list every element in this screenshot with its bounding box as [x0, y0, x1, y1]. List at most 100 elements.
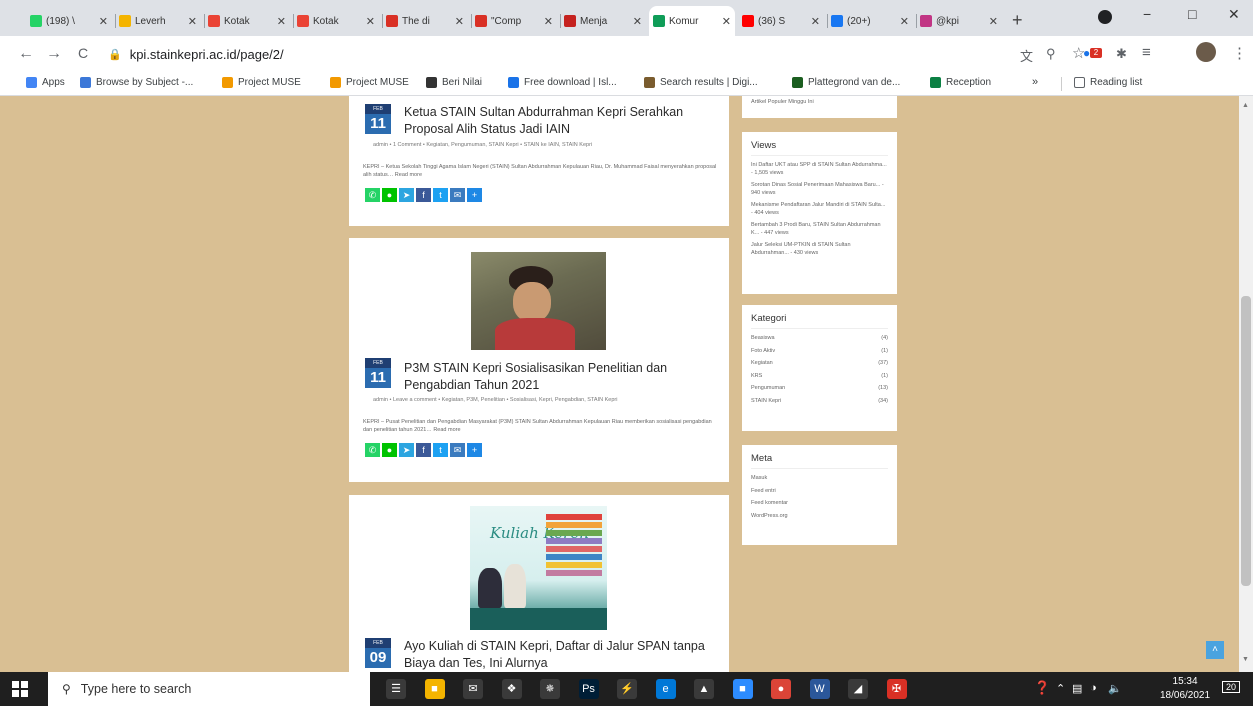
- browser-tab[interactable]: The di ✕: [382, 6, 468, 36]
- meta-link[interactable]: Masuk: [751, 475, 888, 483]
- browser-tab[interactable]: @kpi ✕: [916, 6, 1002, 36]
- word-icon[interactable]: W: [809, 679, 830, 699]
- tab-close-icon[interactable]: ✕: [366, 15, 375, 28]
- meta-link[interactable]: Feed komentar: [751, 500, 888, 508]
- share-email-icon[interactable]: ✉: [450, 443, 465, 457]
- browser-tab[interactable]: (36) S ✕: [738, 6, 824, 36]
- tab-close-icon[interactable]: ✕: [99, 15, 108, 28]
- scroll-up-arrow-icon[interactable]: ▲: [1242, 102, 1249, 109]
- tray-expand-icon[interactable]: ⌃: [1056, 682, 1065, 695]
- share-twitter-icon[interactable]: t: [433, 188, 448, 202]
- acrobat-icon[interactable]: ✠: [886, 679, 907, 699]
- browser-tab[interactable]: Kotak ✕: [293, 6, 379, 36]
- category-item[interactable]: Kegiatan (37): [751, 360, 888, 368]
- category-label[interactable]: Foto Aktiv: [751, 348, 775, 354]
- address-bar[interactable]: 🔒 kpi.stainkepri.ac.id/page/2/: [108, 41, 1008, 67]
- share-whatsapp-icon[interactable]: ✆: [365, 443, 380, 457]
- taskbar-search-box[interactable]: ⚲ Type here to search: [48, 672, 370, 706]
- url-text[interactable]: kpi.stainkepri.ac.id/page/2/: [130, 47, 284, 62]
- chrome-icon[interactable]: ●: [771, 679, 791, 699]
- share-line-icon[interactable]: ●: [382, 188, 397, 202]
- back-to-top-button[interactable]: ˄: [1206, 641, 1224, 659]
- mail-icon[interactable]: ✉: [463, 679, 483, 699]
- tab-close-icon[interactable]: ✕: [989, 15, 998, 28]
- share-whatsapp-icon[interactable]: ✆: [365, 188, 380, 202]
- browser-tab[interactable]: Menja ✕: [560, 6, 646, 36]
- scroll-thumb[interactable]: [1241, 296, 1251, 586]
- photoshop-icon[interactable]: Ps: [578, 679, 599, 699]
- views-item-link[interactable]: Jalur Seleksi UM-PTKIN di STAIN Sultan A…: [751, 242, 888, 257]
- tab-close-icon[interactable]: ✕: [277, 15, 286, 28]
- browser-tab[interactable]: Komur ✕: [649, 6, 735, 36]
- taskbar-clock[interactable]: 15:34 18/06/2021: [1160, 675, 1210, 703]
- notification-center-icon[interactable]: 20: [1222, 681, 1241, 693]
- profile-icon[interactable]: [1098, 10, 1112, 24]
- share-line-icon[interactable]: ●: [382, 443, 397, 457]
- share-more-icon[interactable]: +: [467, 443, 482, 457]
- page-scrollbar[interactable]: ▲ ▼: [1239, 96, 1253, 672]
- forward-button[interactable]: →: [46, 45, 62, 63]
- file-explorer-icon[interactable]: ■: [424, 679, 445, 699]
- help-icon[interactable]: ❓: [1034, 680, 1050, 696]
- network-icon[interactable]: ▤: [1072, 682, 1082, 695]
- popular-widget-text[interactable]: Artikel Populer Minggu Ini: [751, 99, 888, 105]
- extension-badge[interactable]: 2: [1090, 48, 1102, 58]
- tab-close-icon[interactable]: ✕: [544, 15, 553, 28]
- menu-icon[interactable]: ⋮: [1232, 44, 1247, 62]
- bookmark-item[interactable]: Apps: [26, 77, 65, 88]
- bookmark-item[interactable]: Beri Nilai: [426, 77, 482, 88]
- bolt-icon[interactable]: ⚡: [617, 679, 637, 699]
- photos-icon[interactable]: ▲: [694, 679, 714, 699]
- new-tab-button[interactable]: +: [1012, 10, 1023, 31]
- bookmark-item[interactable]: Browse by Subject -...: [80, 77, 193, 88]
- browser-tab[interactable]: (20+) ✕: [827, 6, 913, 36]
- bookmark-item[interactable]: Search results | Digi...: [644, 77, 758, 88]
- tab-close-icon[interactable]: ✕: [455, 15, 464, 28]
- share-twitter-icon[interactable]: t: [433, 443, 448, 457]
- tab-close-icon[interactable]: ✕: [633, 15, 642, 28]
- meta-link[interactable]: Feed entri: [751, 488, 888, 496]
- reading-list-button[interactable]: Reading list: [1074, 77, 1142, 88]
- category-label[interactable]: Pengumuman: [751, 385, 785, 391]
- views-item-link[interactable]: Bertambah 3 Prodi Baru, STAIN Sultan Abd…: [751, 222, 888, 237]
- share-telegram-icon[interactable]: ➤: [399, 443, 414, 457]
- category-label[interactable]: KRS: [751, 373, 762, 379]
- extensions-puzzle-icon[interactable]: ✱: [1116, 46, 1127, 62]
- views-item-link[interactable]: Mekanisme Pendaftaran Jalur Mandiri di S…: [751, 202, 888, 217]
- browser-tab[interactable]: Leverh ✕: [115, 6, 201, 36]
- tab-close-icon[interactable]: ✕: [900, 15, 909, 28]
- close-window-button[interactable]: ✕: [1228, 6, 1240, 23]
- edge-icon[interactable]: e: [655, 679, 676, 699]
- share-more-icon[interactable]: +: [467, 188, 482, 202]
- share-facebook-icon[interactable]: f: [416, 443, 431, 457]
- share-telegram-icon[interactable]: ➤: [399, 188, 414, 202]
- wifi-icon[interactable]: ◑: [1090, 682, 1097, 694]
- category-item[interactable]: Pengumuman (13): [751, 385, 888, 393]
- profile-avatar[interactable]: [1196, 42, 1216, 62]
- queue-icon[interactable]: ≡: [1142, 44, 1151, 61]
- browser-tab[interactable]: Kotak ✕: [204, 6, 290, 36]
- scroll-down-arrow-icon[interactable]: ▼: [1242, 656, 1249, 663]
- views-item-link[interactable]: Sorotan Dinas Sosial Penerimaan Mahasisw…: [751, 182, 888, 197]
- post-title-link[interactable]: Ketua STAIN Sultan Abdurrahman Kepri Ser…: [404, 104, 724, 138]
- tab-close-icon[interactable]: ✕: [722, 15, 731, 28]
- share-email-icon[interactable]: ✉: [450, 188, 465, 202]
- category-item[interactable]: KRS (1): [751, 373, 888, 381]
- category-item[interactable]: Beasiswa (4): [751, 335, 888, 343]
- reload-button[interactable]: C: [78, 45, 88, 61]
- category-label[interactable]: Kegiatan: [751, 360, 773, 366]
- post-featured-image[interactable]: Kuliah Keren: [470, 506, 607, 630]
- bookmark-item[interactable]: Project MUSE: [222, 77, 301, 88]
- minimize-button[interactable]: −: [1143, 6, 1151, 22]
- bookmark-item[interactable]: Project MUSE: [330, 77, 409, 88]
- back-button[interactable]: ←: [18, 45, 34, 63]
- category-item[interactable]: Foto Aktiv (1): [751, 348, 888, 356]
- bookmark-item[interactable]: Free download | Isl...: [508, 77, 617, 88]
- bookmark-item[interactable]: Plattegrond van de...: [792, 77, 900, 88]
- bookmark-item[interactable]: Reception: [930, 77, 991, 88]
- windows-start-icon[interactable]: [12, 681, 28, 697]
- category-item[interactable]: STAIN Kepri (34): [751, 398, 888, 406]
- category-label[interactable]: STAIN Kepri: [751, 398, 781, 404]
- post-title-link[interactable]: P3M STAIN Kepri Sosialisasikan Penelitia…: [404, 360, 724, 394]
- views-item-link[interactable]: Ini Daftar UKT atau SPP di STAIN Sultan …: [751, 162, 888, 177]
